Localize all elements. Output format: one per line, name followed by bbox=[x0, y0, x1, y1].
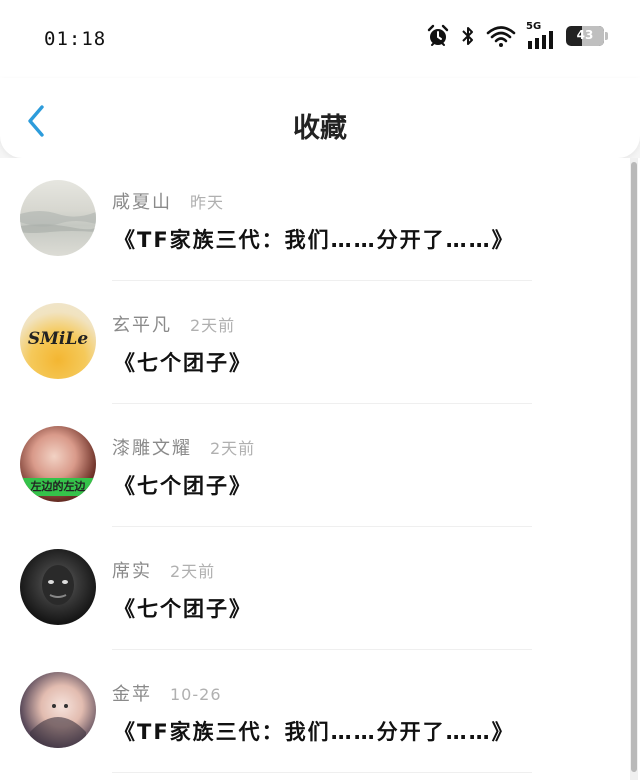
favorite-item[interactable]: 咸夏山 昨天 《TF家族三代：我们……分开了……》 bbox=[0, 158, 620, 281]
favorite-time: 2天前 bbox=[170, 562, 216, 581]
status-bar: 01:18 5G 43 bbox=[0, 0, 640, 78]
author-name: 咸夏山 bbox=[112, 192, 172, 213]
favorite-item[interactable]: SMiLe 玄平凡 2天前 《七个团子》 bbox=[0, 281, 620, 404]
favorite-item[interactable]: 席实 2天前 《七个团子》 bbox=[0, 527, 620, 650]
favorite-item[interactable]: 金苹 10-26 《TF家族三代：我们……分开了……》 bbox=[0, 650, 620, 773]
page-title: 收藏 bbox=[293, 113, 347, 144]
battery-icon: 43 bbox=[566, 26, 608, 46]
avatar[interactable]: 左边的左边 bbox=[20, 426, 96, 502]
work-title[interactable]: 《七个团子》 bbox=[114, 347, 252, 377]
author-name: 漆雕文耀 bbox=[112, 438, 192, 459]
avatar-caption: 左边的左边 bbox=[20, 478, 96, 496]
avatar[interactable] bbox=[20, 672, 96, 748]
author-name: 席实 bbox=[112, 561, 152, 582]
work-title[interactable]: 《七个团子》 bbox=[114, 470, 252, 500]
signal-icon: 5G bbox=[526, 21, 556, 49]
battery-level: 43 bbox=[576, 28, 594, 42]
favorite-time: 10-26 bbox=[170, 685, 222, 704]
favorites-list[interactable]: 咸夏山 昨天 《TF家族三代：我们……分开了……》 SMiLe 玄平凡 2天前 … bbox=[0, 158, 640, 780]
author-name: 金苹 bbox=[112, 684, 152, 705]
work-title[interactable]: 《TF家族三代：我们……分开了……》 bbox=[114, 716, 515, 746]
wifi-icon bbox=[486, 26, 516, 47]
work-title[interactable]: 《七个团子》 bbox=[114, 593, 252, 623]
avatar[interactable]: SMiLe bbox=[20, 303, 96, 379]
avatar-smile-text: SMiLe bbox=[27, 329, 89, 349]
avatar[interactable] bbox=[20, 549, 96, 625]
scrollbar-thumb[interactable] bbox=[631, 162, 637, 772]
favorite-item[interactable]: 左边的左边 漆雕文耀 2天前 《七个团子》 bbox=[0, 404, 620, 527]
favorite-time: 2天前 bbox=[210, 439, 256, 458]
work-title[interactable]: 《TF家族三代：我们……分开了……》 bbox=[114, 224, 515, 254]
avatar[interactable] bbox=[20, 180, 96, 256]
favorite-time: 昨天 bbox=[190, 193, 225, 212]
favorite-time: 2天前 bbox=[190, 316, 236, 335]
author-name: 玄平凡 bbox=[112, 315, 172, 336]
bluetooth-icon bbox=[462, 27, 473, 45]
divider bbox=[112, 772, 532, 773]
status-icons: 5G 43 bbox=[426, 21, 608, 50]
header: 收藏 bbox=[0, 78, 640, 158]
alarm-icon bbox=[427, 24, 449, 46]
status-time: 01:18 bbox=[44, 28, 107, 50]
